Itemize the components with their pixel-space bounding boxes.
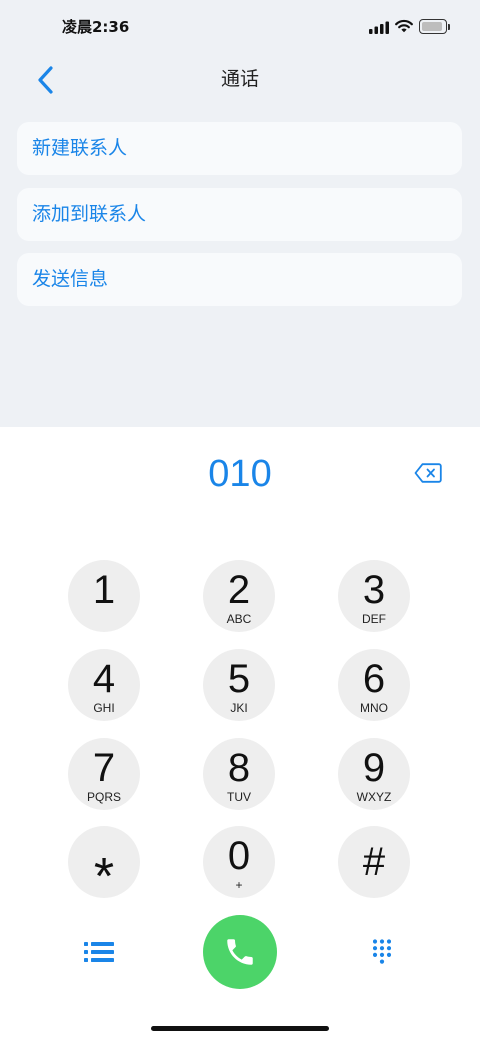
key-digit: 9 xyxy=(362,746,386,790)
key-letters: JKI xyxy=(230,701,248,715)
key-star[interactable]: * xyxy=(68,826,140,905)
key-digit: 7 xyxy=(92,746,116,790)
action-label: 发送信息 xyxy=(32,269,109,290)
signal-bar xyxy=(374,26,378,34)
signal-bar xyxy=(380,24,384,34)
key-letters: GHI xyxy=(93,701,115,715)
key-8[interactable]: 8 TUV xyxy=(203,738,275,810)
action-label: 添加到联系人 xyxy=(32,204,147,225)
key-digit: 2 xyxy=(227,568,251,612)
key-digit: 0 xyxy=(227,834,251,878)
key-0[interactable]: 0 + xyxy=(203,826,275,898)
call-log-button[interactable] xyxy=(80,938,118,966)
key-letters: ABC xyxy=(226,612,252,626)
signal-icon xyxy=(369,21,389,34)
battery-body xyxy=(419,19,447,34)
key-hash[interactable]: # xyxy=(338,826,410,898)
key-letters: DEF xyxy=(362,612,386,626)
key-digit: # xyxy=(362,840,386,884)
backspace-icon xyxy=(414,463,442,483)
dialpad-icon xyxy=(373,939,391,964)
page-title: 通话 xyxy=(220,69,259,90)
battery-nub xyxy=(448,24,450,30)
key-digit: * xyxy=(93,848,115,906)
phone-icon xyxy=(227,939,253,965)
key-4[interactable]: 4 GHI xyxy=(68,649,140,721)
list-icon xyxy=(84,942,114,962)
dialer-screen: 凌晨2:36 通话 新建联系人 添加到联系人 发送信息 010 1 2 ABC … xyxy=(0,0,480,1040)
battery-fill xyxy=(422,22,442,31)
new-contact-button[interactable]: 新建联系人 xyxy=(17,122,462,175)
dialpad-toggle-button[interactable] xyxy=(368,936,396,968)
key-digit: 5 xyxy=(227,657,251,701)
key-digit: 3 xyxy=(362,568,386,612)
call-button[interactable] xyxy=(203,915,277,989)
signal-bar xyxy=(385,21,389,34)
key-7[interactable]: 7 PQRS xyxy=(68,738,140,810)
add-to-contact-button[interactable]: 添加到联系人 xyxy=(17,188,462,241)
key-1[interactable]: 1 xyxy=(68,560,140,632)
wifi-icon xyxy=(395,19,413,33)
key-letters: WXYZ xyxy=(356,790,392,804)
key-letters: + xyxy=(235,878,243,892)
send-message-button[interactable]: 发送信息 xyxy=(17,253,462,306)
home-indicator[interactable] xyxy=(151,1026,329,1031)
key-digit: 1 xyxy=(92,568,116,612)
key-letters: PQRS xyxy=(86,790,121,804)
key-letters: TUV xyxy=(227,790,251,804)
dialed-number: 010 xyxy=(208,453,272,495)
key-9[interactable]: 9 WXYZ xyxy=(338,738,410,810)
key-6[interactable]: 6 MNO xyxy=(338,649,410,721)
status-time: 凌晨2:36 xyxy=(62,18,130,36)
battery-icon xyxy=(419,19,451,35)
action-label: 新建联系人 xyxy=(32,138,128,159)
key-3[interactable]: 3 DEF xyxy=(338,560,410,632)
key-letters: MNO xyxy=(360,701,388,715)
signal-bar xyxy=(369,29,373,34)
key-digit: 4 xyxy=(92,657,116,701)
backspace-button[interactable] xyxy=(412,461,444,485)
key-2[interactable]: 2 ABC xyxy=(203,560,275,632)
key-digit: 8 xyxy=(227,746,251,790)
key-digit: 6 xyxy=(362,657,386,701)
key-5[interactable]: 5 JKI xyxy=(203,649,275,721)
